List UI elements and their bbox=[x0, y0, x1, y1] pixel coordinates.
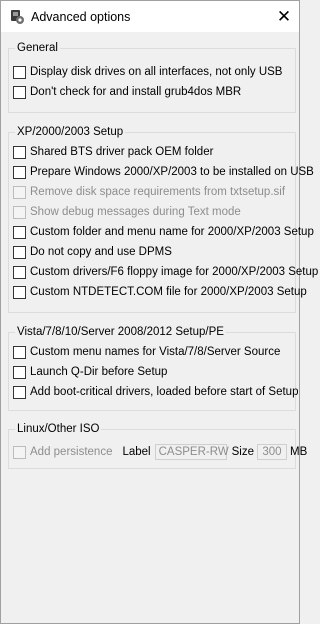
persistence-checkbox bbox=[13, 445, 26, 459]
checkbox-label: Prepare Windows 2000/XP/2003 to be insta… bbox=[30, 166, 314, 178]
checkbox-row-custom-f6-floppy[interactable]: Custom drivers/F6 floppy image for 2000/… bbox=[13, 264, 318, 280]
checkbox[interactable] bbox=[13, 345, 26, 359]
checkbox-label: Custom drivers/F6 floppy image for 2000/… bbox=[30, 266, 319, 278]
checkbox[interactable] bbox=[13, 265, 26, 279]
checkbox-row-prepare-usb-install[interactable]: Prepare Windows 2000/XP/2003 to be insta… bbox=[13, 164, 314, 180]
app-icon bbox=[9, 9, 25, 25]
checkbox-row-show-debug-messages: Show debug messages during Text mode bbox=[13, 204, 241, 220]
checkbox-label: Display disk drives on all interfaces, n… bbox=[30, 66, 283, 78]
checkbox-label: Don't check for and install grub4dos MBR bbox=[30, 86, 242, 98]
checkbox-label: Add boot-critical drivers, loaded before… bbox=[30, 386, 299, 398]
size-unit: MB bbox=[289, 446, 308, 458]
checkbox[interactable] bbox=[13, 225, 26, 239]
window-title: Advanced options bbox=[31, 9, 131, 24]
persistence-row: Add persistence Label CASPER-RW Size 300… bbox=[13, 444, 307, 460]
checkbox-label: Show debug messages during Text mode bbox=[30, 206, 241, 218]
size-field-caption: Size bbox=[231, 446, 254, 458]
checkbox[interactable] bbox=[13, 285, 26, 299]
checkbox-label: Custom menu names for Vista/7/8/Server S… bbox=[30, 346, 281, 358]
group-title-xp-setup: XP/2000/2003 Setup bbox=[15, 125, 126, 139]
checkbox bbox=[13, 185, 26, 199]
group-linux-iso: Linux/Other ISO Add persistence Label CA… bbox=[8, 422, 307, 469]
checkbox-row-dont-check-grub4dos[interactable]: Don't check for and install grub4dos MBR bbox=[13, 84, 241, 100]
label-field-caption: Label bbox=[122, 446, 151, 458]
group-general: General Display disk drives on all inter… bbox=[8, 41, 296, 113]
checkbox-label: Custom NTDETECT.COM file for 2000/XP/200… bbox=[30, 286, 307, 298]
checkbox-row-custom-menu-names[interactable]: Custom menu names for Vista/7/8/Server S… bbox=[13, 344, 280, 360]
checkbox-label: Shared BTS driver pack OEM folder bbox=[30, 146, 214, 158]
checkbox[interactable] bbox=[13, 145, 26, 159]
checkbox-label: Custom folder and menu name for 2000/XP/… bbox=[30, 226, 314, 238]
checkbox-row-remove-disk-space: Remove disk space requirements from txts… bbox=[13, 184, 285, 200]
checkbox[interactable] bbox=[13, 165, 26, 179]
checkbox[interactable] bbox=[13, 385, 26, 399]
checkbox-row-dpms[interactable]: Do not copy and use DPMS bbox=[13, 244, 172, 260]
checkbox-row-custom-ntdetect[interactable]: Custom NTDETECT.COM file for 2000/XP/200… bbox=[13, 284, 307, 300]
group-title-vista-setup: Vista/7/8/10/Server 2008/2012 Setup/PE bbox=[15, 325, 226, 339]
checkbox-row-custom-folder-menu[interactable]: Custom folder and menu name for 2000/XP/… bbox=[13, 224, 314, 240]
group-xp-setup: XP/2000/2003 Setup Shared BTS driver pac… bbox=[8, 125, 318, 313]
checkbox-label: Remove disk space requirements from txts… bbox=[30, 186, 286, 198]
checkbox-row-boot-critical-drivers[interactable]: Add boot-critical drivers, loaded before… bbox=[13, 384, 298, 400]
size-input: 300 bbox=[256, 444, 287, 460]
title-bar[interactable]: Advanced options ✕ bbox=[1, 1, 299, 32]
group-vista-setup: Vista/7/8/10/Server 2008/2012 Setup/PE C… bbox=[8, 325, 298, 411]
group-title-general: General bbox=[15, 41, 60, 55]
checkbox-row-display-disk-drives[interactable]: Display disk drives on all interfaces, n… bbox=[13, 64, 282, 80]
checkbox-label: Do not copy and use DPMS bbox=[30, 246, 172, 258]
checkbox-label: Launch Q-Dir before Setup bbox=[30, 366, 168, 378]
group-title-linux-iso: Linux/Other ISO bbox=[15, 422, 102, 436]
checkbox-row-launch-qdir[interactable]: Launch Q-Dir before Setup bbox=[13, 364, 167, 380]
checkbox[interactable] bbox=[13, 85, 26, 99]
close-button[interactable]: ✕ bbox=[269, 1, 299, 32]
checkbox-row-shared-bts[interactable]: Shared BTS driver pack OEM folder bbox=[13, 144, 213, 160]
checkbox bbox=[13, 205, 26, 219]
checkbox[interactable] bbox=[13, 245, 26, 259]
checkbox[interactable] bbox=[13, 365, 26, 379]
close-icon: ✕ bbox=[276, 6, 292, 26]
advanced-options-window: Advanced options ✕ General Display disk … bbox=[0, 0, 318, 624]
checkbox[interactable] bbox=[13, 65, 26, 79]
persistence-label: Add persistence bbox=[30, 446, 113, 458]
label-input: CASPER-RW bbox=[154, 444, 229, 460]
